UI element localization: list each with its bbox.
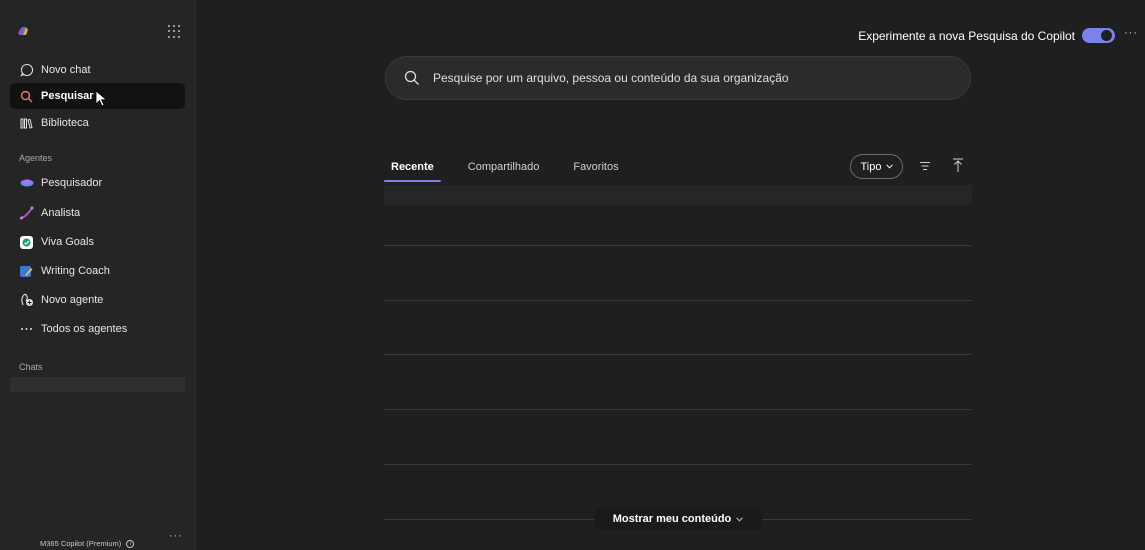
sidebar-item-label: Writing Coach bbox=[41, 265, 110, 277]
copilot-logo-icon[interactable] bbox=[17, 25, 29, 37]
sidebar-more-options-icon[interactable]: ··· bbox=[169, 530, 183, 542]
sidebar: Novo chat Pesquisar Biblioteca Agentes P… bbox=[0, 0, 196, 550]
sidebar-item-novo-chat[interactable]: Novo chat bbox=[10, 57, 185, 83]
show-my-content-button[interactable]: Mostrar meu conteúdo bbox=[594, 508, 762, 530]
sidebar-item-label: Analista bbox=[41, 207, 81, 219]
new-agent-icon bbox=[19, 293, 34, 308]
search-box[interactable] bbox=[385, 56, 971, 100]
sidebar-item-label: Novo chat bbox=[41, 64, 91, 76]
filter-icon[interactable] bbox=[918, 159, 932, 173]
table-row[interactable] bbox=[384, 464, 972, 465]
plan-label: M365 Copilot (Premium) i bbox=[40, 539, 135, 548]
type-filter-button[interactable]: Tipo bbox=[850, 154, 903, 179]
sidebar-item-writing-coach[interactable]: Writing Coach bbox=[10, 258, 185, 284]
search-icon bbox=[19, 89, 34, 104]
sidebar-item-analista[interactable]: Analista bbox=[10, 200, 185, 226]
chat-list-item[interactable] bbox=[10, 377, 185, 392]
sidebar-item-label: Todos os agentes bbox=[41, 323, 128, 335]
sidebar-item-label: Viva Goals bbox=[41, 236, 94, 248]
chats-section-label: Chats bbox=[19, 362, 43, 372]
show-my-content-label: Mostrar meu conteúdo bbox=[612, 513, 732, 525]
sidebar-item-biblioteca[interactable]: Biblioteca bbox=[10, 110, 185, 136]
chevron-down-icon bbox=[885, 164, 893, 169]
tab-compartilhado[interactable]: Compartilhado bbox=[461, 159, 547, 183]
more-options-icon[interactable]: ··· bbox=[1124, 27, 1138, 39]
sidebar-item-viva-goals[interactable]: Viva Goals bbox=[10, 229, 185, 255]
type-filter-label: Tipo bbox=[860, 160, 882, 173]
sort-icon[interactable] bbox=[951, 157, 965, 173]
tab-favoritos[interactable]: Favoritos bbox=[566, 159, 625, 183]
sidebar-item-novo-agente[interactable]: Novo agente bbox=[10, 287, 185, 313]
recent-files-list bbox=[384, 185, 972, 465]
content-tabs: Recente Compartilhado Favoritos bbox=[384, 159, 646, 183]
tab-recente[interactable]: Recente bbox=[384, 159, 441, 183]
new-search-toggle[interactable] bbox=[1082, 28, 1115, 43]
analyst-icon bbox=[19, 206, 34, 221]
table-row[interactable] bbox=[384, 245, 972, 246]
search-icon bbox=[404, 70, 419, 85]
library-icon bbox=[19, 116, 34, 131]
sidebar-item-label: Pesquisar bbox=[41, 90, 94, 102]
list-header bbox=[384, 185, 972, 205]
sidebar-item-label: Biblioteca bbox=[41, 117, 89, 129]
app-launcher-icon[interactable] bbox=[168, 25, 182, 39]
sidebar-item-todos-os-agentes[interactable]: Todos os agentes bbox=[10, 316, 185, 342]
table-row[interactable] bbox=[384, 300, 972, 301]
sidebar-item-pesquisador[interactable]: Pesquisador bbox=[10, 170, 185, 196]
try-new-search-label: Experimente a nova Pesquisa do Copilot bbox=[858, 29, 1075, 43]
writing-coach-icon bbox=[19, 264, 34, 279]
mouse-cursor-icon bbox=[95, 90, 108, 107]
chevron-down-icon bbox=[736, 516, 744, 522]
table-row[interactable] bbox=[384, 354, 972, 355]
chat-bubble-icon bbox=[19, 63, 34, 78]
info-icon[interactable]: i bbox=[126, 539, 135, 548]
more-icon bbox=[19, 322, 34, 337]
researcher-icon bbox=[19, 176, 34, 191]
table-row[interactable] bbox=[384, 409, 972, 410]
plan-text: M365 Copilot (Premium) bbox=[40, 539, 122, 548]
viva-goals-icon bbox=[19, 235, 34, 250]
agents-section-label: Agentes bbox=[19, 153, 53, 163]
sidebar-item-label: Pesquisador bbox=[41, 177, 103, 189]
search-input[interactable] bbox=[433, 71, 970, 85]
sidebar-item-label: Novo agente bbox=[41, 294, 104, 306]
toggle-knob bbox=[1101, 30, 1112, 41]
